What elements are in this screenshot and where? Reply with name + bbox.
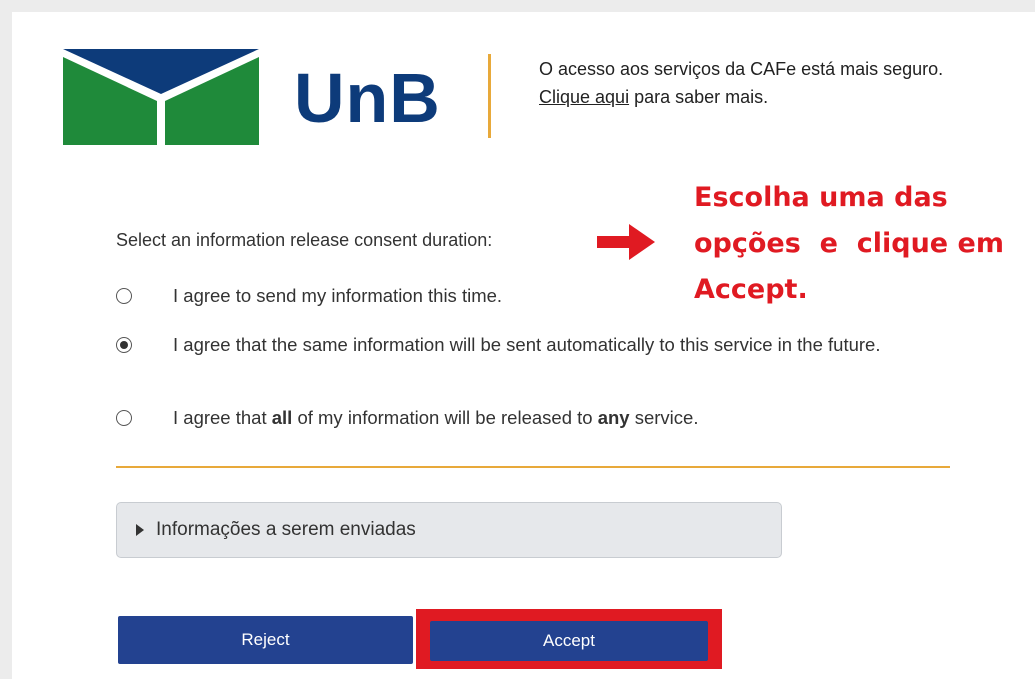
annotation-line: opções e clique em	[694, 228, 1004, 259]
reject-button[interactable]: Reject	[118, 616, 413, 664]
consent-prompt: Select an information release consent du…	[116, 230, 493, 250]
option-label-bold: any	[597, 407, 630, 428]
consent-page: UnB O acesso aos serviços da CAFe está m…	[12, 12, 1035, 679]
option-label-part: of my information will be released to	[292, 407, 598, 428]
learn-more-link[interactable]: Clique aqui	[539, 87, 629, 107]
attributes-disclosure[interactable]: Informações a serem enviadas	[116, 502, 782, 558]
option-label: I agree to send my information this time…	[173, 285, 503, 306]
radio-button[interactable]	[116, 288, 132, 304]
consent-option-same-info[interactable]: I agree that the same information will b…	[116, 333, 936, 357]
radio-button[interactable]	[116, 410, 132, 426]
section-divider	[116, 466, 950, 468]
option-label-bold: all	[271, 407, 293, 428]
option-label-part: service.	[629, 407, 699, 428]
right-arrow-icon	[597, 224, 655, 260]
radio-button-selected[interactable]	[116, 337, 132, 353]
disclosure-label: Informações a serem enviadas	[156, 519, 416, 540]
annotation-line: Escolha uma das	[694, 182, 948, 213]
accept-button[interactable]: Accept	[430, 621, 708, 661]
notice-rest: para saber mais.	[629, 87, 769, 107]
consent-option-this-time[interactable]: I agree to send my information this time…	[116, 284, 936, 308]
unb-logo	[63, 49, 259, 145]
notice-line: O acesso aos serviços da CAFe está mais …	[539, 59, 944, 79]
logo-text: UnB	[294, 59, 441, 137]
header-divider	[488, 54, 491, 138]
option-label: I agree that all of my information will …	[173, 406, 936, 430]
option-label-part: I agree that	[173, 407, 272, 428]
consent-option-all-info[interactable]: I agree that all of my information will …	[116, 406, 936, 430]
security-notice: O acesso aos serviços da CAFe está mais …	[539, 55, 1029, 111]
option-label: I agree that the same information will b…	[173, 334, 881, 355]
triangle-right-icon	[136, 524, 144, 536]
